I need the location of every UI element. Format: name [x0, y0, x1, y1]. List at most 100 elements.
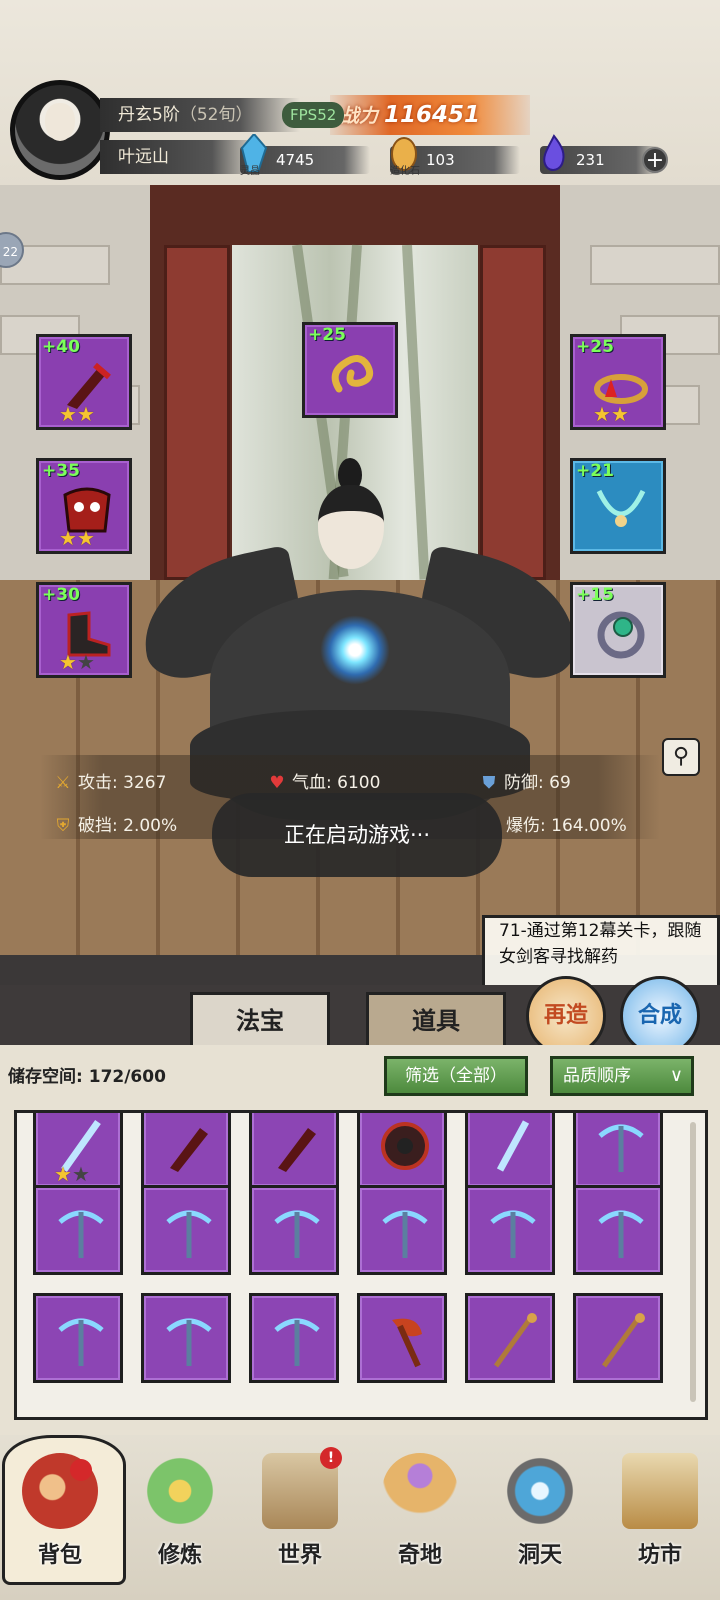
nav-label: 修炼 [157, 1543, 202, 1568]
storage-used: 172/600 [88, 1067, 166, 1087]
add-resource-button[interactable]: + [642, 147, 668, 173]
inventory-item[interactable] [573, 1185, 663, 1275]
nav-secret-land[interactable]: 奇地 [360, 1435, 480, 1600]
sort-label: 品质顺序 [563, 1066, 631, 1086]
combat-power: 战力 116451 [330, 95, 530, 135]
inventory-item[interactable] [141, 1293, 231, 1383]
combine-button[interactable]: 合成 [620, 976, 700, 1056]
crossbow-icon [490, 1210, 536, 1258]
inventory-item[interactable] [357, 1113, 447, 1189]
stat-block-break-label: 破挡: [78, 816, 118, 836]
realm-text: 丹玄5阶 [118, 105, 180, 125]
inventory-item[interactable] [357, 1293, 447, 1383]
market-chest-icon [622, 1453, 698, 1529]
rebuild-button[interactable]: 再造 [526, 976, 606, 1056]
loading-toast: 正在启动游戏··· [212, 793, 502, 877]
enhance-level: +30 [42, 585, 80, 605]
inventory-item[interactable] [249, 1185, 339, 1275]
enhance-level: +35 [42, 461, 80, 481]
power-value: 116451 [384, 102, 481, 128]
inventory-item[interactable] [573, 1293, 663, 1383]
nav-cave-heaven[interactable]: 洞天 [480, 1435, 600, 1600]
sort-dropdown[interactable]: 品质顺序 ∨ [550, 1056, 694, 1096]
equip-slot-headgear[interactable]: +25 ★★ [570, 334, 666, 430]
storage-capacity: 储存空间: 172/600 [8, 1062, 166, 1087]
equip-slot-armor[interactable]: +35 ★★ [36, 458, 132, 554]
tab-bar-background [0, 985, 720, 1045]
stat-block-break-value: 2.00% [123, 816, 178, 836]
inventory-item[interactable] [249, 1113, 339, 1189]
nav-world[interactable]: ! 世界 [240, 1435, 360, 1600]
inventory-item[interactable] [141, 1113, 231, 1189]
inventory-item[interactable] [357, 1185, 447, 1275]
star-rating: ★★ [593, 402, 629, 426]
inventory-item[interactable]: ★★ [33, 1113, 123, 1189]
crossbow-icon [166, 1318, 212, 1366]
cultivation-realm: 丹玄5阶（52旬） [100, 98, 300, 132]
nav-market[interactable]: 坊市 [600, 1435, 720, 1600]
resource-name: 造化石 [390, 166, 420, 177]
crossbow-icon [598, 1124, 644, 1172]
storage-label: 储存空间: [8, 1067, 83, 1087]
inventory-item[interactable] [249, 1293, 339, 1383]
stat-crit-damage-value: 164.00% [551, 816, 627, 836]
nav-label: 奇地 [397, 1543, 442, 1568]
stat-attack-value: 3267 [123, 773, 167, 793]
equip-slot-talisman[interactable]: +25 [302, 322, 398, 418]
crossbow-icon [382, 1210, 428, 1258]
equip-slot-boots[interactable]: +30 ★★ [36, 582, 132, 678]
axe-icon [392, 1318, 422, 1368]
crossbow-icon [166, 1210, 212, 1258]
inventory-grid: ★★ [14, 1110, 708, 1420]
stat-block-break: ⛨ 破挡: 2.00% [52, 813, 178, 839]
stat-crit-damage: 爆伤: 164.00% [506, 813, 627, 839]
power-label: 战力 [340, 105, 379, 127]
resource-creation-stone: 103 造化石 [390, 137, 520, 177]
player-avatar[interactable] [10, 80, 110, 180]
nav-bag[interactable]: 背包 [0, 1435, 126, 1600]
star-rating: ★★ [59, 526, 95, 550]
crossbow-icon [274, 1210, 320, 1258]
resource-name: 灵晶 [240, 166, 260, 177]
realm-sub-text: （52旬） [179, 105, 253, 125]
quest-tracker[interactable]: 71-通过第12幕关卡，跟随女剑客寻找解药 [482, 915, 720, 995]
nav-label: 洞天 [517, 1543, 562, 1568]
stat-defense-label: 防御: [504, 773, 544, 793]
inventory-item[interactable] [573, 1113, 663, 1189]
jade-ring-icon [597, 611, 645, 659]
inventory-item[interactable] [465, 1293, 555, 1383]
stat-hp-value: 6100 [337, 773, 381, 793]
inventory-item[interactable] [465, 1185, 555, 1275]
star-rating: ★★ [54, 1162, 90, 1186]
dagger-icon [170, 1128, 208, 1172]
nav-cultivate[interactable]: 修炼 [120, 1435, 240, 1600]
crossbow-icon [58, 1318, 104, 1366]
broken-shield-icon: ⛨ [56, 816, 70, 836]
resource-value: 4745 [276, 151, 315, 169]
equip-slot-necklace[interactable]: +21 [570, 458, 666, 554]
enhance-level: +25 [576, 337, 614, 357]
filter-button[interactable]: 筛选（全部） [384, 1056, 528, 1096]
crossbow-icon [58, 1210, 104, 1258]
enhance-level: +25 [308, 325, 346, 345]
player-name: 叶远山 [100, 140, 260, 174]
inventory-item[interactable] [33, 1293, 123, 1383]
resource-spirit-crystal: 4745 灵晶 [240, 134, 370, 177]
avatar-face [45, 103, 75, 141]
equip-slot-ring[interactable]: +15 [570, 582, 666, 678]
equip-slot-weapon[interactable]: +40 ★★ [36, 334, 132, 430]
necklace-icon [596, 489, 646, 527]
tab-items[interactable]: 道具 [366, 992, 506, 1048]
inventory-scrollbar[interactable] [690, 1122, 696, 1402]
portal-icon [502, 1453, 578, 1529]
magnifier-icon[interactable]: ⚲ [662, 738, 700, 776]
star-rating: ★★ [59, 402, 95, 426]
inventory-item[interactable] [33, 1185, 123, 1275]
tab-treasures[interactable]: 法宝 [190, 992, 330, 1048]
inventory-item[interactable] [141, 1185, 231, 1275]
inventory-item[interactable] [465, 1113, 555, 1189]
stat-attack-label: 攻击: [78, 773, 118, 793]
resource-value: 103 [426, 151, 455, 169]
staff-icon [493, 1313, 537, 1368]
enhance-level: +21 [576, 461, 614, 481]
